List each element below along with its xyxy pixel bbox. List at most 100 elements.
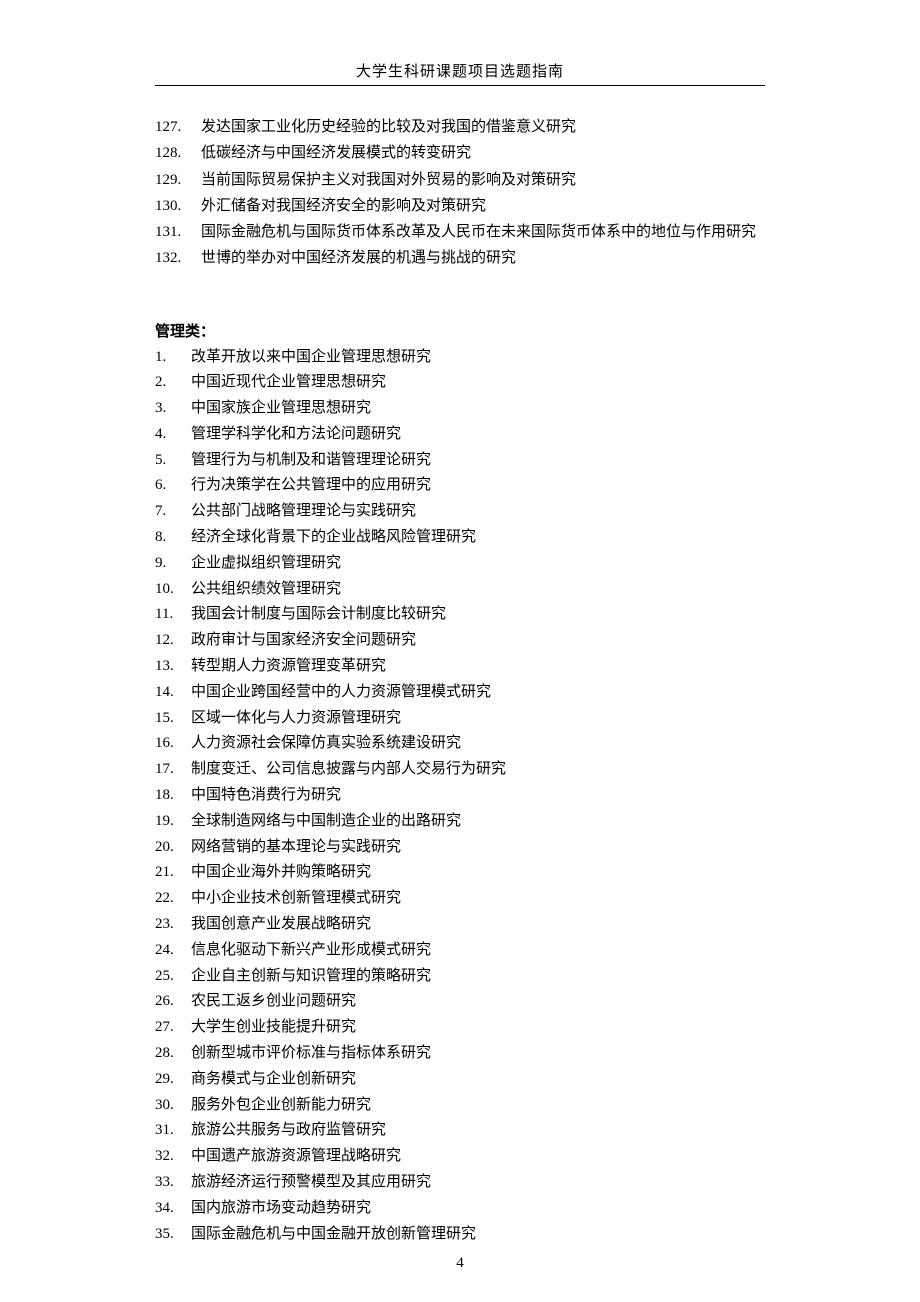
list-text: 商务模式与企业创新研究 [191, 1067, 765, 1093]
list-item: 131.国际金融危机与国际货币体系改革及人民币在未来国际货币体系中的地位与作用研… [155, 219, 765, 245]
list-item: 31.旅游公共服务与政府监管研究 [155, 1118, 765, 1144]
list-number: 16. [155, 731, 191, 757]
list-number: 15. [155, 706, 191, 732]
list-number: 14. [155, 680, 191, 706]
list-item: 6.行为决策学在公共管理中的应用研究 [155, 473, 765, 499]
list-item: 10.公共组织绩效管理研究 [155, 577, 765, 603]
list-number: 30. [155, 1093, 191, 1119]
list-item: 16.人力资源社会保障仿真实验系统建设研究 [155, 731, 765, 757]
list-number: 130. [155, 193, 201, 219]
list-number: 131. [155, 219, 201, 245]
list-item: 2.中国近现代企业管理思想研究 [155, 370, 765, 396]
list-text: 大学生创业技能提升研究 [191, 1015, 765, 1041]
list-text: 企业自主创新与知识管理的策略研究 [191, 964, 765, 990]
list-item: 11.我国会计制度与国际会计制度比较研究 [155, 602, 765, 628]
list-number: 28. [155, 1041, 191, 1067]
list-text: 信息化驱动下新兴产业形成模式研究 [191, 938, 765, 964]
list-text: 中国特色消费行为研究 [191, 783, 765, 809]
list-item: 22.中小企业技术创新管理模式研究 [155, 886, 765, 912]
list-number: 20. [155, 835, 191, 861]
list-text: 企业虚拟组织管理研究 [191, 551, 765, 577]
list-number: 32. [155, 1144, 191, 1170]
list-text: 旅游公共服务与政府监管研究 [191, 1118, 765, 1144]
list-number: 1. [155, 345, 191, 371]
list-text: 中国近现代企业管理思想研究 [191, 370, 765, 396]
list-text: 世博的举办对中国经济发展的机遇与挑战的研究 [201, 245, 765, 271]
list-item: 128.低碳经济与中国经济发展模式的转变研究 [155, 140, 765, 166]
section2-list: 1.改革开放以来中国企业管理思想研究 2.中国近现代企业管理思想研究 3.中国家… [155, 345, 765, 1248]
list-text: 公共组织绩效管理研究 [191, 577, 765, 603]
list-number: 18. [155, 783, 191, 809]
list-text: 当前国际贸易保护主义对我国对外贸易的影响及对策研究 [201, 167, 765, 193]
list-number: 10. [155, 577, 191, 603]
list-number: 128. [155, 140, 201, 166]
list-text: 管理行为与机制及和谐管理理论研究 [191, 448, 765, 474]
list-text: 旅游经济运行预警模型及其应用研究 [191, 1170, 765, 1196]
list-text: 网络营销的基本理论与实践研究 [191, 835, 765, 861]
list-number: 22. [155, 886, 191, 912]
list-number: 35. [155, 1222, 191, 1248]
list-number: 17. [155, 757, 191, 783]
list-text: 政府审计与国家经济安全问题研究 [191, 628, 765, 654]
list-text: 区域一体化与人力资源管理研究 [191, 706, 765, 732]
list-text: 全球制造网络与中国制造企业的出路研究 [191, 809, 765, 835]
list-number: 24. [155, 938, 191, 964]
list-text: 服务外包企业创新能力研究 [191, 1093, 765, 1119]
list-item: 34.国内旅游市场变动趋势研究 [155, 1196, 765, 1222]
list-text: 转型期人力资源管理变革研究 [191, 654, 765, 680]
list-text: 改革开放以来中国企业管理思想研究 [191, 345, 765, 371]
page: 大学生科研课题项目选题指南 127.发达国家工业化历史经验的比较及对我国的借鉴意… [0, 0, 920, 1302]
list-text: 中小企业技术创新管理模式研究 [191, 886, 765, 912]
list-item: 3.中国家族企业管理思想研究 [155, 396, 765, 422]
list-item: 12.政府审计与国家经济安全问题研究 [155, 628, 765, 654]
list-text: 制度变迁、公司信息披露与内部人交易行为研究 [191, 757, 765, 783]
list-item: 27.大学生创业技能提升研究 [155, 1015, 765, 1041]
list-text: 公共部门战略管理理论与实践研究 [191, 499, 765, 525]
list-text: 国际金融危机与中国金融开放创新管理研究 [191, 1222, 765, 1248]
list-item: 15.区域一体化与人力资源管理研究 [155, 706, 765, 732]
list-item: 33.旅游经济运行预警模型及其应用研究 [155, 1170, 765, 1196]
list-text: 中国企业跨国经营中的人力资源管理模式研究 [191, 680, 765, 706]
list-item: 129.当前国际贸易保护主义对我国对外贸易的影响及对策研究 [155, 167, 765, 193]
list-item: 130.外汇储备对我国经济安全的影响及对策研究 [155, 193, 765, 219]
list-text: 外汇储备对我国经济安全的影响及对策研究 [201, 193, 765, 219]
list-number: 21. [155, 860, 191, 886]
list-item: 35.国际金融危机与中国金融开放创新管理研究 [155, 1222, 765, 1248]
list-item: 5.管理行为与机制及和谐管理理论研究 [155, 448, 765, 474]
section1-list: 127.发达国家工业化历史经验的比较及对我国的借鉴意义研究 128.低碳经济与中… [155, 114, 765, 272]
list-text: 我国会计制度与国际会计制度比较研究 [191, 602, 765, 628]
list-item: 13.转型期人力资源管理变革研究 [155, 654, 765, 680]
list-text: 农民工返乡创业问题研究 [191, 989, 765, 1015]
list-number: 7. [155, 499, 191, 525]
list-item: 127.发达国家工业化历史经验的比较及对我国的借鉴意义研究 [155, 114, 765, 140]
list-number: 23. [155, 912, 191, 938]
list-number: 34. [155, 1196, 191, 1222]
list-number: 12. [155, 628, 191, 654]
list-number: 26. [155, 989, 191, 1015]
list-number: 129. [155, 167, 201, 193]
page-title: 大学生科研课题项目选题指南 [356, 64, 564, 80]
list-item: 24.信息化驱动下新兴产业形成模式研究 [155, 938, 765, 964]
list-number: 13. [155, 654, 191, 680]
list-text: 中国企业海外并购策略研究 [191, 860, 765, 886]
list-item: 32.中国遗产旅游资源管理战略研究 [155, 1144, 765, 1170]
list-number: 127. [155, 114, 201, 140]
list-text: 国内旅游市场变动趋势研究 [191, 1196, 765, 1222]
section-heading: 管理类： [155, 320, 765, 341]
list-text: 低碳经济与中国经济发展模式的转变研究 [201, 140, 765, 166]
list-text: 行为决策学在公共管理中的应用研究 [191, 473, 765, 499]
list-number: 3. [155, 396, 191, 422]
list-item: 21.中国企业海外并购策略研究 [155, 860, 765, 886]
list-number: 6. [155, 473, 191, 499]
list-item: 25.企业自主创新与知识管理的策略研究 [155, 964, 765, 990]
list-item: 30.服务外包企业创新能力研究 [155, 1093, 765, 1119]
list-number: 33. [155, 1170, 191, 1196]
list-number: 5. [155, 448, 191, 474]
list-number: 132. [155, 245, 201, 271]
list-item: 4.管理学科学化和方法论问题研究 [155, 422, 765, 448]
list-text: 管理学科学化和方法论问题研究 [191, 422, 765, 448]
list-item: 28.创新型城市评价标准与指标体系研究 [155, 1041, 765, 1067]
list-item: 20.网络营销的基本理论与实践研究 [155, 835, 765, 861]
list-item: 23.我国创意产业发展战略研究 [155, 912, 765, 938]
list-item: 7.公共部门战略管理理论与实践研究 [155, 499, 765, 525]
